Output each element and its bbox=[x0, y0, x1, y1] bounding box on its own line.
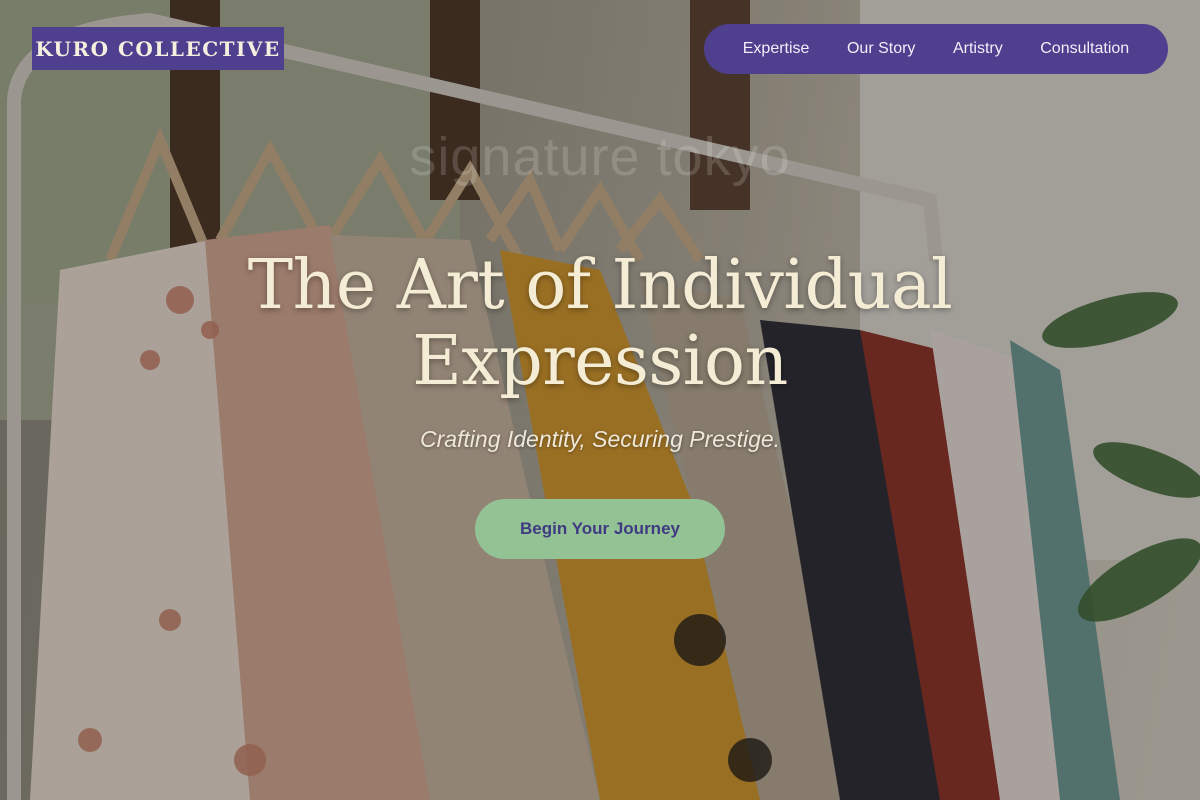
hero-title-line-2: Expression bbox=[412, 322, 788, 401]
hero-title-line-1: The Art of Individual bbox=[247, 246, 953, 325]
watermark-text: signature tokyo bbox=[409, 127, 791, 187]
hero-title: The Art of Individual Expression bbox=[0, 248, 1200, 400]
brand-logo[interactable]: KURO COLLECTIVE bbox=[32, 27, 284, 70]
nav-item-expertise[interactable]: Expertise bbox=[743, 40, 810, 58]
hero-tagline: Crafting Identity, Securing Prestige. bbox=[419, 426, 781, 452]
hero-content: The Art of Individual Expression Craftin… bbox=[0, 248, 1200, 559]
begin-journey-button[interactable]: Begin Your Journey bbox=[475, 499, 725, 559]
hero-section: KURO COLLECTIVE Expertise Our Story Arti… bbox=[0, 0, 1200, 800]
nav-item-our-story[interactable]: Our Story bbox=[847, 40, 915, 58]
brand-logo-text: KURO COLLECTIVE bbox=[35, 36, 281, 61]
nav-item-artistry[interactable]: Artistry bbox=[953, 40, 1003, 58]
nav-item-consultation[interactable]: Consultation bbox=[1040, 40, 1129, 58]
main-nav: Expertise Our Story Artistry Consultatio… bbox=[704, 24, 1168, 74]
